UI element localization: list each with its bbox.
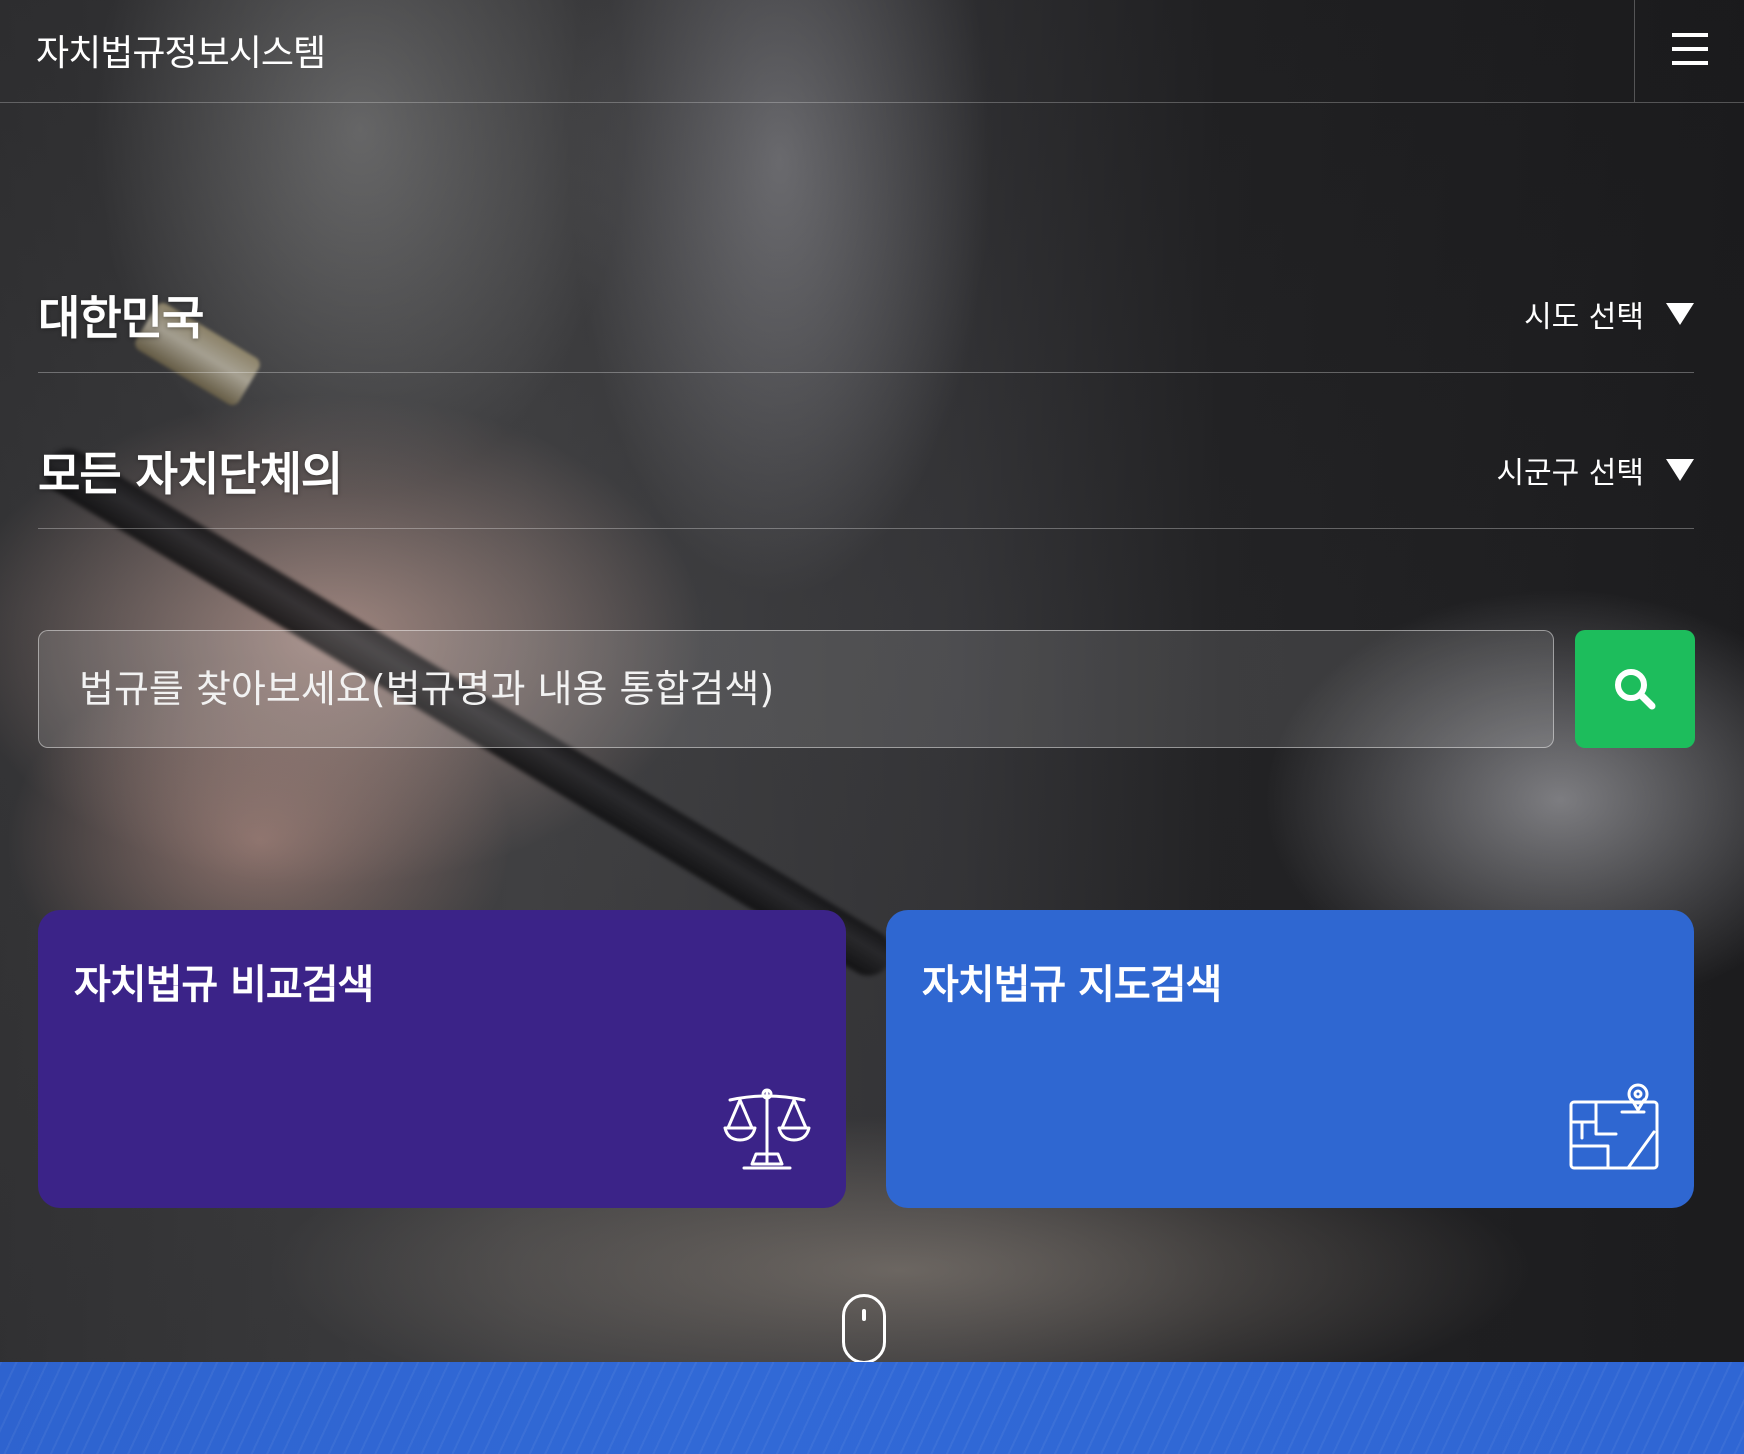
scales-icon [723,1088,811,1170]
search-input[interactable] [38,630,1554,748]
province-row: 대한민국 시도 선택 [38,216,1694,373]
hamburger-menu-icon-line [1672,61,1708,65]
bottom-section-band [0,1362,1744,1454]
compare-search-card[interactable]: 자치법규 비교검색 [38,910,846,1208]
hamburger-menu-icon-line [1672,47,1708,51]
district-row: 모든 자치단체의 시군구 선택 [38,372,1694,529]
site-title[interactable]: 자치법규정보시스템 [36,24,326,76]
district-select-label: 시군구 선택 [1496,456,1644,491]
caret-down-icon [1666,459,1694,481]
province-select-label: 시도 선택 [1524,300,1644,335]
search-icon [1615,669,1656,710]
hamburger-menu-icon [1672,33,1708,37]
all-local-govs-label: 모든 자치단체의 [38,447,343,501]
main-page: 자치법규정보시스템 대한민국 시도 선택 모든 자치단체의 시군구 선택 자치법… [0,0,1744,1454]
compare-search-title: 자치법규 비교검색 [74,962,374,1008]
site-header: 자치법규정보시스템 [0,0,1744,103]
province-select[interactable]: 시도 선택 [1524,292,1694,336]
map-pin-icon [1569,1083,1659,1170]
mouse-scroll-icon[interactable] [842,1294,886,1364]
district-select[interactable]: 시군구 선택 [1496,448,1694,492]
search-button[interactable] [1575,630,1695,748]
country-label: 대한민국 [38,291,204,345]
map-search-card[interactable]: 자치법규 지도검색 [886,910,1694,1208]
caret-down-icon [1666,303,1694,325]
menu-button[interactable] [1634,0,1744,102]
map-search-title: 자치법규 지도검색 [922,962,1222,1008]
